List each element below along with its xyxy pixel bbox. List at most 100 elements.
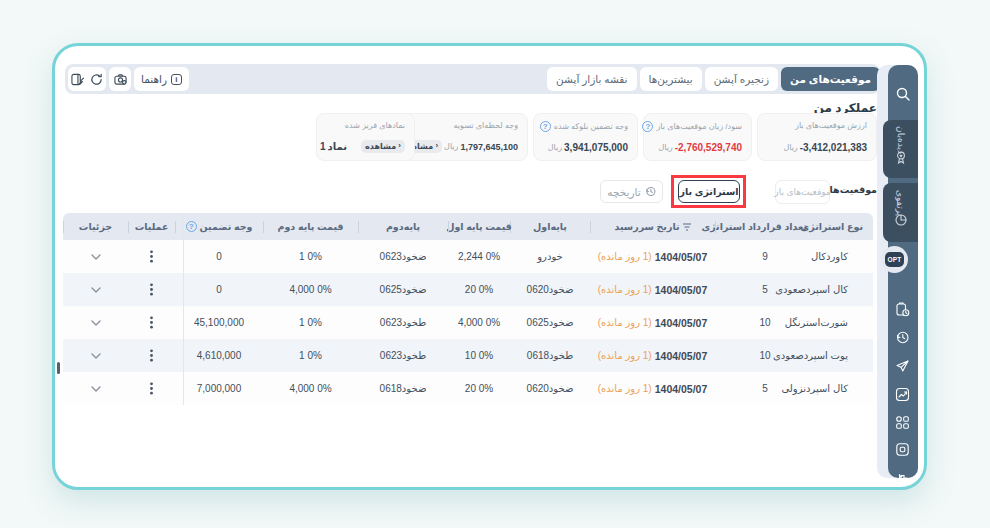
stat-title: وجه لحظه‌ای تسویه xyxy=(454,121,519,130)
cell-strategy: پوت اسپردصعودی xyxy=(815,350,873,361)
row-details-chevron[interactable] xyxy=(63,320,128,326)
row-details-chevron[interactable] xyxy=(63,353,128,359)
history-button[interactable]: تاریخچه xyxy=(600,180,663,203)
col-header-8[interactable]: عملیات xyxy=(128,221,175,232)
table-row-4: کال اسپردنزولی51404/05/07(1 روز مانده)ضخ… xyxy=(63,372,873,405)
help-question-icon[interactable]: ? xyxy=(186,221,197,232)
cell-base2: ضخود0625 xyxy=(358,284,448,295)
cell-margin: 0 xyxy=(175,251,263,262)
scrollbar-thumb[interactable] xyxy=(57,362,60,374)
info-icon: i xyxy=(171,74,182,85)
col-header-1[interactable]: تعداد قرارداد استراتژی xyxy=(715,221,815,232)
cell-base1: طخود0618 xyxy=(510,350,590,361)
cell-strategy: شورت‌استرنگل xyxy=(815,317,873,328)
row-actions-kebab[interactable] xyxy=(128,349,175,362)
cell-base2-price: 4,000 0% xyxy=(263,383,358,394)
col-header-3[interactable]: پایه‌اول xyxy=(510,221,590,232)
row-details-chevron[interactable] xyxy=(63,254,128,260)
cell-base2: ضخود0623 xyxy=(358,251,448,262)
cell-strategy: کاوردکال xyxy=(815,251,873,262)
history-icon xyxy=(645,186,656,197)
sidebar: دیده‌بان پرتفوی OPT xyxy=(877,65,918,478)
main-tabs: موقعیت‌های منزنجیره آپشنبیشترین‌هانقشه ب… xyxy=(547,67,880,91)
cell-base2-price: 1 0% xyxy=(263,251,358,262)
tab-1[interactable]: زنجیره آپشن xyxy=(705,67,778,91)
tab-0[interactable]: موقعیت‌های من xyxy=(781,67,880,91)
col-header-2[interactable]: تاریخ سررسید xyxy=(590,221,715,232)
stat-value-word: نماد xyxy=(328,141,347,152)
stat-unit: ریال xyxy=(444,142,458,151)
stat-value: 3,941,075,000 xyxy=(564,142,628,153)
stat-card-4: نمادهای فریز شده 1نماد ‹ مشاهده xyxy=(316,113,415,161)
opt-badge: OPT xyxy=(885,252,904,267)
sidebar-active-item[interactable]: OPT xyxy=(881,246,908,273)
cell-base1-price: 20 0% xyxy=(448,383,510,394)
stat-value: 1,797,645,100 xyxy=(460,142,518,152)
cell-base1-price: 2,244 0% xyxy=(448,251,510,262)
orders-clipboard-icon[interactable] xyxy=(895,302,910,317)
row-actions-kebab[interactable] xyxy=(128,316,175,329)
cell-base2-price: 1 0% xyxy=(263,317,358,328)
cell-margin: 4,610,000 xyxy=(175,350,263,361)
apps-grid-icon[interactable] xyxy=(895,415,910,430)
col-header-6[interactable]: قیمت پایه دوم xyxy=(263,221,358,232)
col-header-7[interactable]: وجه تضمین? xyxy=(175,221,263,232)
cell-count: 10 xyxy=(715,350,815,361)
row-actions-kebab[interactable] xyxy=(128,382,175,395)
tab-2[interactable]: بیشترین‌ها xyxy=(640,67,702,91)
view-button[interactable]: ‹ مشاهده xyxy=(361,140,405,153)
toolbar-camera-button[interactable] xyxy=(109,67,131,91)
sort-icon xyxy=(683,223,691,231)
history-clock-icon[interactable] xyxy=(895,330,910,345)
row-actions-kebab[interactable] xyxy=(128,250,175,263)
stat-title: نمادهای فریز شده xyxy=(345,121,405,130)
stat-title: وجه تضمین بلوکه شده xyxy=(554,122,628,131)
cell-count: 5 xyxy=(715,284,815,295)
row-details-chevron[interactable] xyxy=(63,386,128,392)
stat-title: سود/ زیان موقعیت‌های باز xyxy=(656,122,742,131)
cell-count: 10 xyxy=(715,317,815,328)
table-row-3: پوت اسپردصعودی101404/05/07(1 روز مانده)ط… xyxy=(63,339,873,372)
box-icon[interactable] xyxy=(895,442,910,457)
col-header-9[interactable]: جزئیات xyxy=(63,221,128,232)
table-column-divider xyxy=(183,213,184,405)
stat-value: 1 xyxy=(320,141,326,152)
help-question-icon[interactable]: ? xyxy=(540,121,551,132)
toolbar-group-layout xyxy=(68,67,106,91)
col-header-0[interactable]: نوع استراتژی xyxy=(815,221,873,232)
cell-base1: ضخود0620 xyxy=(510,383,590,394)
row-details-chevron[interactable] xyxy=(63,287,128,293)
cell-margin: 7,000,000 xyxy=(175,383,263,394)
chart-growth-icon[interactable] xyxy=(895,387,910,402)
podium-icon[interactable] xyxy=(895,470,910,485)
send-icon[interactable] xyxy=(895,359,910,374)
cell-maturity: 1404/05/07(1 روز مانده) xyxy=(590,284,715,296)
cell-maturity: 1404/05/07(1 روز مانده) xyxy=(590,251,715,263)
cell-base1-price: 10 0% xyxy=(448,350,510,361)
help-button[interactable]: i راهنما xyxy=(134,67,189,91)
tab-3[interactable]: نقشه بازار آپشن xyxy=(547,67,636,91)
open-positions-filter[interactable]: موقعیت‌های باز xyxy=(775,180,830,204)
stat-unit: ریال xyxy=(783,143,797,152)
cell-base2-price: 4,000 0% xyxy=(263,284,358,295)
row-actions-kebab[interactable] xyxy=(128,283,175,296)
col-header-4[interactable]: قیمت پایه اول xyxy=(448,221,510,232)
cell-base1: ضخود0625 xyxy=(510,317,590,328)
stat-value: -3,412,021,383 xyxy=(800,142,867,153)
cell-base1: ضخود0620 xyxy=(510,284,590,295)
refresh-icon[interactable] xyxy=(90,73,103,86)
cell-count: 9 xyxy=(715,251,815,262)
cell-margin: 45,100,000 xyxy=(175,317,263,328)
stat-card-0: ارزش موقعیت‌های باز-3,412,021,383ریال xyxy=(757,113,877,161)
table-row-0: کاوردکال91404/05/07(1 روز مانده)خودرو2,2… xyxy=(63,240,873,273)
search-icon[interactable] xyxy=(895,86,911,102)
cell-strategy: کال اسپردنزولی xyxy=(815,383,873,394)
stat-unit: ریال xyxy=(548,143,562,152)
col-header-5[interactable]: پایه‌دوم xyxy=(358,221,448,232)
help-question-icon[interactable]: ? xyxy=(642,121,653,132)
cell-base1: خودرو xyxy=(510,251,590,262)
journal-edit-icon[interactable] xyxy=(71,73,84,86)
sidebar-tab-portfolio[interactable]: پرتفوی xyxy=(883,183,918,242)
sidebar-tab-watchlist[interactable]: دیده‌بان xyxy=(883,120,918,178)
cell-count: 5 xyxy=(715,383,815,394)
